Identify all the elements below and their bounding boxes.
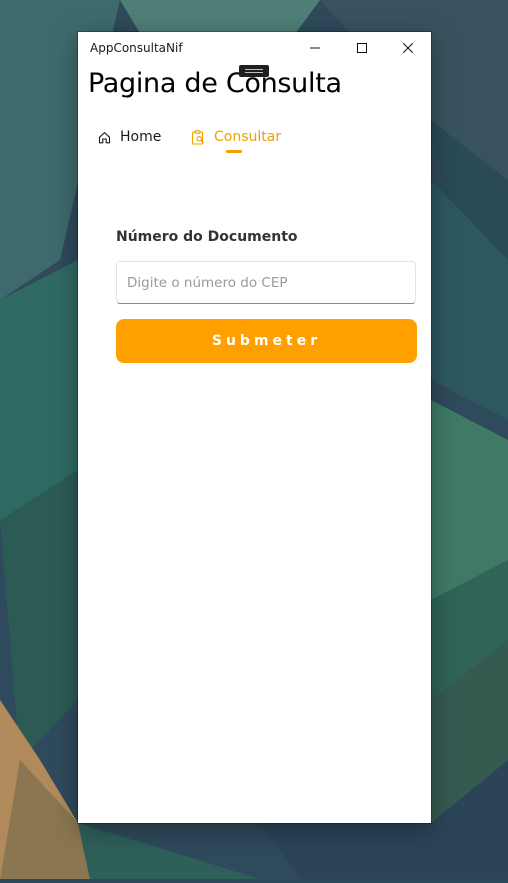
maximize-button[interactable]: [339, 32, 385, 64]
nav-item-consultar[interactable]: Consultar: [191, 124, 281, 150]
nav-item-home-label: Home: [120, 129, 162, 145]
drag-handle-icon[interactable]: [239, 65, 269, 77]
title-bar[interactable]: AppConsultaNif: [78, 32, 431, 64]
clipboard-search-icon: [191, 129, 205, 145]
app-window: AppConsultaNif Pagina de Consulta Home C…: [78, 32, 431, 823]
nav-selection-indicator: [226, 150, 242, 153]
home-icon: [98, 131, 111, 144]
close-icon: [403, 43, 413, 53]
document-number-label: Número do Documento: [116, 229, 298, 245]
nav-item-consultar-label: Consultar: [214, 129, 282, 145]
page-title: Pagina de Consulta: [88, 68, 342, 99]
minimize-icon: [310, 43, 320, 53]
maximize-icon: [357, 43, 367, 53]
cep-input[interactable]: [116, 261, 416, 304]
submit-button[interactable]: Submeter: [116, 319, 417, 363]
nav-item-home[interactable]: Home: [98, 124, 161, 150]
close-button[interactable]: [385, 32, 431, 64]
minimize-button[interactable]: [292, 32, 338, 64]
app-title: AppConsultaNif: [90, 41, 183, 55]
top-navigation: Home Consultar: [78, 124, 431, 154]
